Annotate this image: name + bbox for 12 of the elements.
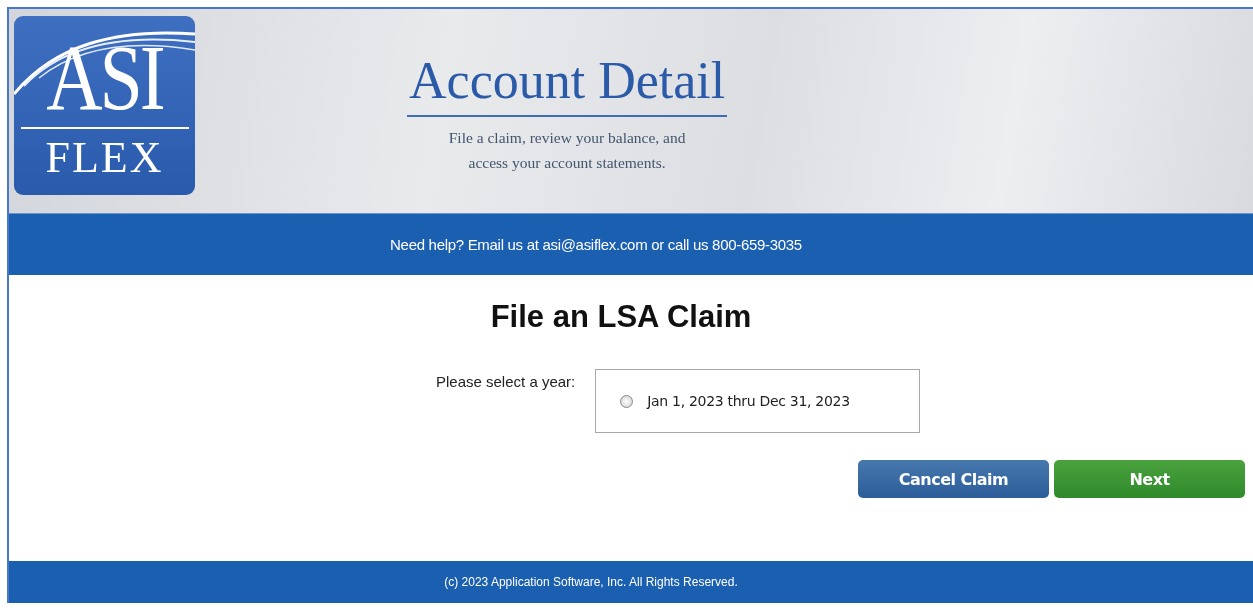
next-button[interactable]: Next (1054, 460, 1245, 498)
year-label: Please select a year: (436, 373, 576, 390)
page-title: Account Detail (407, 51, 728, 117)
logo: ASI FLEX (14, 16, 195, 195)
year-option[interactable]: Jan 1, 2023 thru Dec 31, 2023 (620, 393, 920, 409)
page-subtitle: File a claim, review your balance, and access your account statements. (448, 128, 686, 173)
year-option-label: Jan 1, 2023 thru Dec 31, 2023 (647, 393, 850, 409)
radio-button[interactable] (620, 394, 634, 408)
form-heading: File an LSA Claim (490, 299, 752, 335)
copyright-text: (c) 2023 Application Software, Inc. All Rights Reserved. (444, 575, 738, 589)
help-text: Need help? Email us at asi@asiflex.com or call us 800-659-3035 (390, 236, 802, 253)
cancel-button[interactable]: Cancel Claim (858, 460, 1049, 498)
